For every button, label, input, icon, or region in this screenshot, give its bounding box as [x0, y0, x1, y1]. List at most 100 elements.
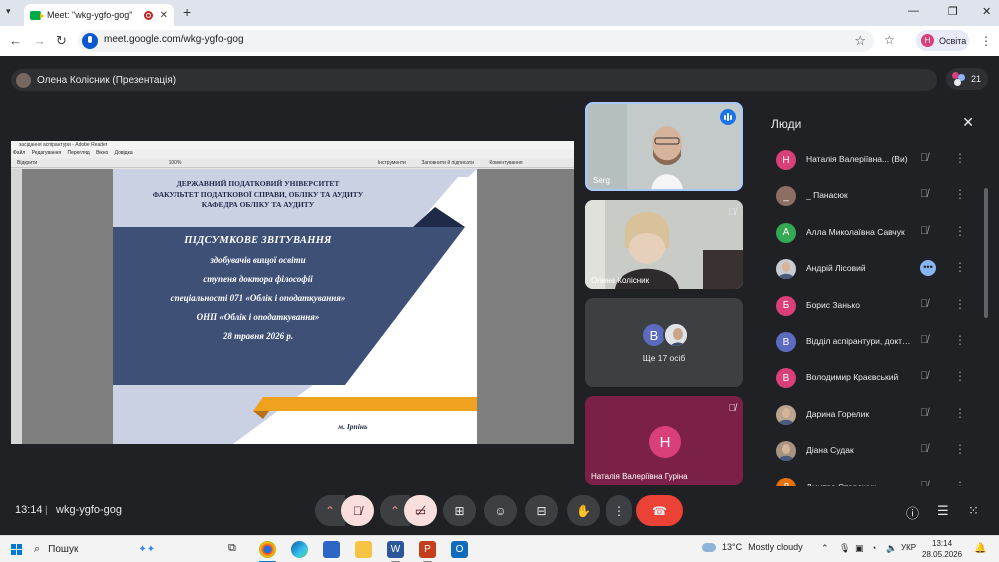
tab-search-icon[interactable]: ▾ [6, 6, 11, 17]
people-scrollbar[interactable] [984, 188, 988, 318]
outlook-taskbar-icon[interactable]: O [451, 541, 468, 558]
present-button[interactable]: ⊞ [443, 495, 476, 526]
tab-title: Meet: "wkg-ygfo-gog" [47, 10, 133, 20]
leave-call-button[interactable]: ☎ [636, 495, 683, 526]
tray-app-icon[interactable]: ▣ [855, 543, 864, 554]
mic-toggle-button[interactable]: 🎙̸ [341, 495, 374, 526]
window-close-button[interactable]: ✕ [982, 5, 991, 18]
reader-menu-file[interactable]: Файл [13, 150, 25, 156]
taskbar-datetime[interactable]: 13:14 28.05.2026 [922, 538, 962, 560]
mic-off-icon: 🎙̸ [728, 207, 737, 218]
more-vert-icon[interactable]: ⋮ [954, 442, 966, 456]
new-tab-button[interactable]: + [183, 4, 191, 20]
participant-row[interactable]: Д Дмитро Сторожук 🎙̸ ⋮ [756, 470, 988, 486]
profile-chip[interactable]: Н Освіта [916, 30, 969, 51]
mic-off-icon[interactable]: 🎙̸ [920, 407, 928, 419]
notification-icon[interactable]: 🔔 [974, 543, 986, 554]
video-tile-serg[interactable]: Serg [585, 102, 743, 191]
participant-row[interactable]: А Алла Миколаївна Савчук 🎙̸ ⋮ [756, 215, 988, 251]
tab-close-icon[interactable]: ✕ [160, 10, 168, 21]
task-view-icon[interactable]: ⧉ [228, 542, 236, 555]
reader-tools[interactable]: Інструменти [378, 160, 406, 166]
reader-menu-edit[interactable]: Редагування [32, 150, 61, 156]
restore-button[interactable]: ❐ [948, 5, 958, 18]
input-language[interactable]: УКР [901, 543, 916, 552]
reactions-button[interactable]: ☺ [484, 495, 517, 526]
captions-button[interactable]: ⊟ [525, 495, 558, 526]
more-vert-icon[interactable]: ⋮ [954, 187, 966, 201]
chat-icon[interactable]: ☰ [937, 503, 949, 519]
edge-taskbar-icon[interactable] [291, 541, 308, 558]
more-vert-icon[interactable]: ⋮ [954, 369, 966, 383]
weather-temp: 13°C [722, 542, 743, 552]
more-vert-icon[interactable]: ⋮ [954, 333, 966, 347]
reload-icon[interactable]: ↻ [56, 33, 67, 49]
participant-row[interactable]: Діана Судак 🎙̸ ⋮ [756, 433, 988, 469]
minimize-button[interactable]: — [908, 5, 919, 17]
mic-off-icon[interactable]: 🎙̸ [920, 188, 928, 200]
participant-name: Дмитро Сторожук [806, 482, 914, 486]
chrome-taskbar-icon[interactable] [259, 541, 276, 558]
more-vert-icon[interactable]: ⋮ [954, 260, 966, 274]
tab-meet[interactable]: Meet: "wkg-ygfo-gog" ✕ [24, 4, 174, 26]
camera-toggle-button[interactable]: ▭̸ [404, 495, 437, 526]
reader-menu-help[interactable]: Довідка [115, 150, 133, 156]
browser-menu-icon[interactable]: ⋮ [980, 34, 992, 48]
participant-row[interactable]: В Відділ аспірантури, докторантури 🎙̸ ⋮ [756, 324, 988, 360]
video-tile-natalia[interactable]: 🎙̸ Н Наталія Валеріївна Гуріна [585, 396, 743, 485]
reader-zoom[interactable]: 100% [169, 160, 182, 166]
more-vert-icon[interactable]: ⋮ [954, 151, 966, 165]
explorer-taskbar-icon[interactable] [355, 541, 372, 558]
tile-name-natalia: Наталія Валеріївна Гуріна [591, 472, 688, 481]
weather-widget[interactable]: 13°C Mostly cloudy [702, 542, 803, 552]
speaking-dots-icon[interactable]: ••• [920, 260, 936, 277]
participant-row[interactable]: Андрій Лісовий ••• ⋮ [756, 251, 988, 287]
video-tile-others[interactable]: В Ще 17 осіб [585, 298, 743, 387]
participant-row[interactable]: Дарина Горелик 🎙̸ ⋮ [756, 397, 988, 433]
more-vert-icon[interactable]: ⋮ [954, 479, 966, 486]
windows-start-icon[interactable] [11, 544, 22, 555]
meeting-info-icon[interactable]: ⓘ [906, 503, 919, 522]
mic-off-icon[interactable]: 🎙̸ [920, 298, 928, 310]
word-taskbar-icon[interactable]: W [387, 541, 404, 558]
mic-off-icon[interactable]: 🎙̸ [920, 480, 928, 486]
bookmark-star-icon[interactable]: ☆ [854, 33, 866, 49]
more-vert-icon[interactable]: ⋮ [954, 406, 966, 420]
volume-icon[interactable]: 🔈 [886, 543, 897, 554]
extensions-icon[interactable]: ☆ [884, 33, 895, 47]
cloud-icon [702, 542, 716, 552]
address-bar[interactable]: meet.google.com/wkg-ygfo-gog ☆ [78, 30, 874, 52]
more-options-button[interactable]: ⋮ [606, 495, 632, 526]
mic-off-icon[interactable]: 🎙̸ [920, 370, 928, 382]
reader-menu-window[interactable]: Вікно [96, 150, 108, 156]
raise-hand-button[interactable]: ✋ [567, 495, 600, 526]
more-vert-icon[interactable]: ⋮ [954, 297, 966, 311]
participant-row[interactable]: В Володимир Краєвський 🎙̸ ⋮ [756, 360, 988, 396]
mic-off-icon[interactable]: 🎙̸ [920, 152, 928, 164]
taskbar-search[interactable]: ⌕ Пошук ✦✦ [34, 540, 214, 559]
store-taskbar-icon[interactable] [323, 541, 340, 558]
mic-off-icon[interactable]: 🎙̸ [920, 225, 928, 237]
mic-off-icon[interactable]: 🎙̸ [920, 334, 928, 346]
site-info-icon[interactable] [82, 33, 98, 49]
reader-menu-view[interactable]: Перегляд [68, 150, 90, 156]
reader-comment[interactable]: Коментування [489, 160, 522, 166]
tray-chevron-up-icon[interactable]: ⌃ [821, 543, 829, 554]
people-close-icon[interactable]: ✕ [962, 114, 974, 131]
participant-avatar [776, 259, 796, 280]
powerpoint-taskbar-icon[interactable]: P [419, 541, 436, 558]
back-icon[interactable]: ← [9, 33, 22, 48]
mic-off-icon[interactable]: 🎙̸ [920, 443, 928, 455]
participant-row[interactable]: _ _ Панасюк 🎙̸ ⋮ [756, 178, 988, 214]
separator: | [45, 505, 48, 516]
participant-row[interactable]: Н Наталія Валеріївна... (Ви) 🎙̸ ⋮ [756, 142, 988, 178]
participant-row[interactable]: Б Борис Занько 🎙̸ ⋮ [756, 288, 988, 324]
activities-icon[interactable]: ⁙ [968, 503, 979, 519]
wifi-icon[interactable]: ◔ [871, 543, 876, 553]
video-tile-olena[interactable]: 🎙̸ Олена Колісник [585, 200, 743, 289]
reader-sign[interactable]: Заповнити й підписати [421, 160, 474, 166]
reader-open[interactable]: Відкрити [17, 160, 37, 166]
participants-count-chip[interactable]: 21 [946, 68, 988, 90]
forward-icon[interactable]: → [33, 33, 46, 48]
more-vert-icon[interactable]: ⋮ [954, 224, 966, 238]
